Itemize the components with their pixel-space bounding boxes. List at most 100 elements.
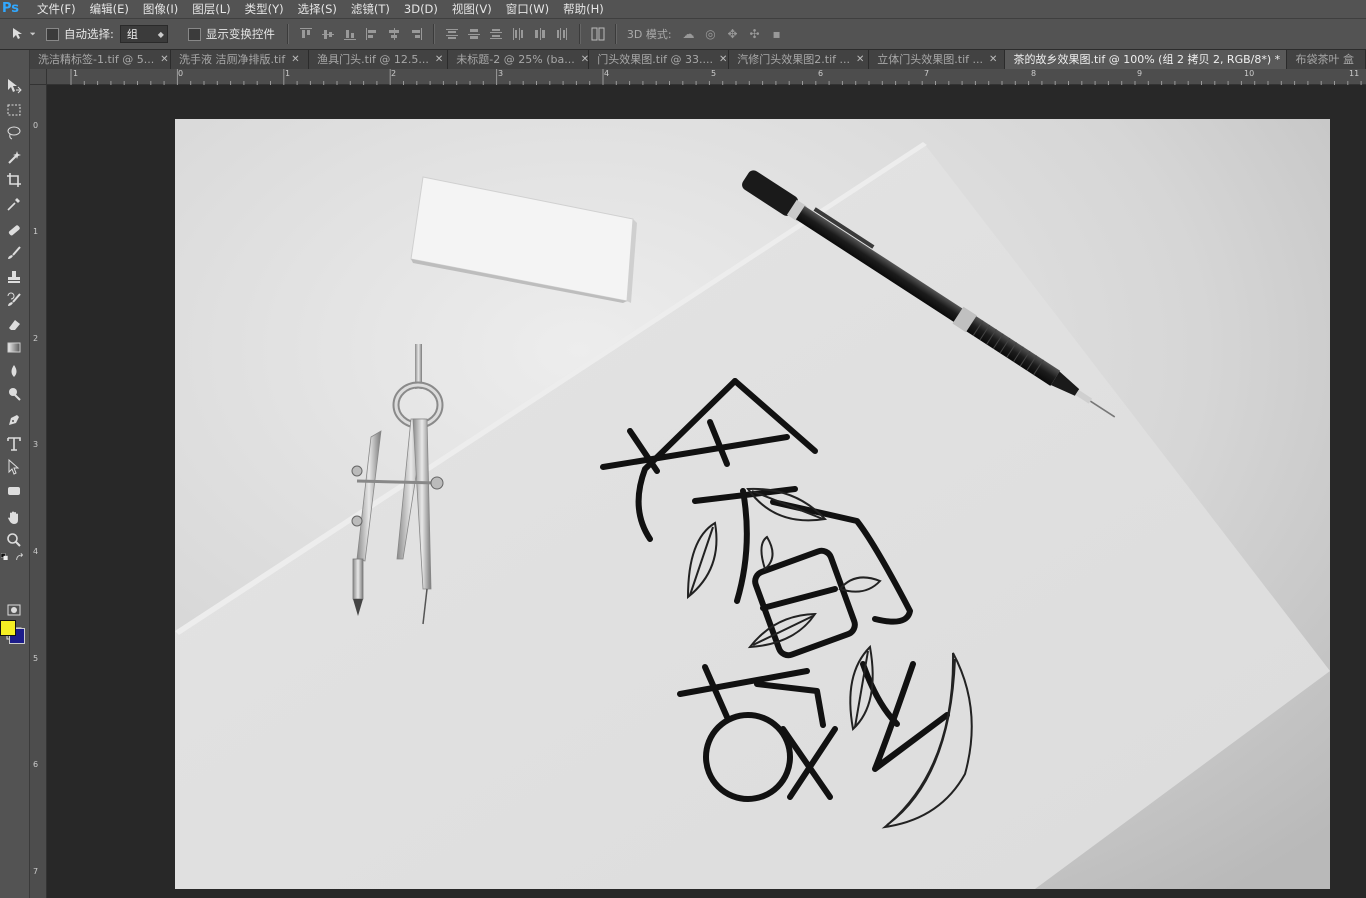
3d-slide-icon[interactable]: ✣ xyxy=(744,24,766,44)
ruler-vertical[interactable]: 0 1 2 3 4 5 6 7 xyxy=(30,69,47,898)
tab-label: 渔具门头.tif @ 12.5... xyxy=(317,53,429,66)
auto-select-label: 自动选择: xyxy=(64,27,114,41)
checkbox-icon[interactable] xyxy=(46,27,59,41)
clone-stamp-tool-icon[interactable] xyxy=(3,267,25,287)
zoom-tool-icon[interactable] xyxy=(3,530,25,550)
distribute-top-icon[interactable] xyxy=(441,24,463,44)
ruler-label: 3 xyxy=(498,69,504,78)
menu-select[interactable]: 选择(S) xyxy=(291,0,344,18)
type-tool-icon[interactable] xyxy=(3,434,25,454)
tab-document[interactable]: 洗手液 洁厕净排版.tif ✕ xyxy=(171,50,310,69)
swap-colors-icon[interactable] xyxy=(14,552,26,562)
quick-mask-icon[interactable] xyxy=(3,600,25,620)
menu-help[interactable]: 帮助(H) xyxy=(556,0,611,18)
tab-active-document[interactable]: 茶的故乡效果图.tif @ 100% (组 2 拷贝 2, RGB/8*) *✕ xyxy=(1005,50,1295,69)
3d-roll-icon[interactable]: ◎ xyxy=(700,24,722,44)
ruler-origin[interactable] xyxy=(30,69,47,85)
close-icon[interactable]: ✕ xyxy=(856,50,864,69)
align-right-icon[interactable] xyxy=(405,24,427,44)
separator xyxy=(432,24,435,44)
menu-filter[interactable]: 滤镜(T) xyxy=(344,0,397,18)
close-icon[interactable]: ✕ xyxy=(581,50,589,69)
tab-document[interactable]: 门头效果图.tif @ 33.... ✕ xyxy=(589,50,730,69)
menu-image[interactable]: 图像(I) xyxy=(136,0,185,18)
align-left-icon[interactable] xyxy=(361,24,383,44)
distribute-vcenter-icon[interactable] xyxy=(463,24,485,44)
tab-label: 未标题-2 @ 25% (ba... xyxy=(456,53,575,66)
pen-tool-icon[interactable] xyxy=(3,410,25,430)
distribute-bottom-icon[interactable] xyxy=(485,24,507,44)
eyedropper-tool-icon[interactable] xyxy=(3,194,25,214)
close-icon[interactable]: ✕ xyxy=(435,50,443,69)
marquee-tool-icon[interactable] xyxy=(3,100,25,120)
document-canvas[interactable] xyxy=(175,119,1330,889)
default-colors-icon[interactable] xyxy=(0,552,12,562)
ruler-label: 7 xyxy=(924,69,930,78)
brush-tool-icon[interactable] xyxy=(3,243,25,263)
menu-window[interactable]: 窗口(W) xyxy=(499,0,556,18)
menu-layer[interactable]: 图层(L) xyxy=(185,0,237,18)
move-tool-preset-icon[interactable] xyxy=(0,22,46,46)
3d-orbit-icon[interactable]: ☁ xyxy=(678,24,700,44)
ruler-label: 4 xyxy=(604,69,610,78)
menu-type[interactable]: 类型(Y) xyxy=(238,0,291,18)
menu-file[interactable]: 文件(F) xyxy=(30,0,83,18)
ruler-label: 4 xyxy=(33,547,39,556)
close-icon[interactable]: ✕ xyxy=(160,50,168,69)
blur-tool-icon[interactable] xyxy=(3,361,25,381)
tab-document[interactable]: 渔具门头.tif @ 12.5... ✕ xyxy=(309,50,449,69)
distribute-hcenter-icon[interactable] xyxy=(529,24,551,44)
rectangle-tool-icon[interactable] xyxy=(3,481,25,501)
ruler-label: 3 xyxy=(33,440,39,449)
move-tool-icon[interactable] xyxy=(3,76,25,96)
3d-pan-icon[interactable]: ✥ xyxy=(722,24,744,44)
tab-document[interactable]: 未标题-2 @ 25% (ba... ✕ xyxy=(448,50,590,69)
tab-document[interactable]: 洗洁精标签-1.tif @ 5... ✕ xyxy=(30,50,171,69)
align-hcenter-icon[interactable] xyxy=(383,24,405,44)
show-transform-checkbox[interactable]: 显示变换控件 xyxy=(187,26,275,42)
lasso-tool-icon[interactable] xyxy=(3,123,25,143)
3d-scale-icon[interactable]: ▪ xyxy=(766,24,788,44)
hand-tool-icon[interactable] xyxy=(3,507,25,527)
close-icon[interactable]: ✕ xyxy=(719,50,727,69)
show-transform-label: 显示变换控件 xyxy=(205,27,275,41)
eraser-tool-icon[interactable] xyxy=(3,314,25,334)
path-selection-tool-icon[interactable] xyxy=(3,457,25,477)
distribute-right-icon[interactable] xyxy=(551,24,573,44)
ruler-label: 10 xyxy=(1244,69,1255,78)
crop-tool-icon[interactable] xyxy=(3,170,25,190)
photoshop-logo: Ps xyxy=(2,1,20,16)
auto-select-value: 组 xyxy=(126,28,138,41)
auto-align-layers-icon[interactable] xyxy=(587,24,609,44)
tab-label: 洗手液 洁厕净排版.tif xyxy=(179,53,286,66)
close-icon[interactable]: ✕ xyxy=(291,50,299,69)
ruler-horizontal[interactable]: 1 0 1 2 3 4 5 6 7 8 9 10 11 xyxy=(47,69,1366,85)
close-icon[interactable]: ✕ xyxy=(989,50,997,69)
ruler-label: 6 xyxy=(818,69,824,78)
menu-edit[interactable]: 编辑(E) xyxy=(83,0,136,18)
gradient-tool-icon[interactable] xyxy=(3,337,25,357)
ruler-label: 1 xyxy=(285,69,291,78)
align-vcenter-icon[interactable] xyxy=(317,24,339,44)
quick-selection-tool-icon[interactable] xyxy=(3,147,25,167)
tab-document[interactable]: 立体门头效果图.tif ... ✕ xyxy=(869,50,1006,69)
ruler-label: 7 xyxy=(33,867,39,876)
dodge-tool-icon[interactable] xyxy=(3,384,25,404)
tab-document[interactable]: 布袋茶叶 盒 xyxy=(1287,50,1366,69)
auto-select-dropdown[interactable]: 组 ◆ xyxy=(119,25,168,43)
ruler-label: 9 xyxy=(1137,69,1143,78)
history-brush-tool-icon[interactable] xyxy=(3,290,25,310)
align-bottom-icon[interactable] xyxy=(339,24,361,44)
menu-3d[interactable]: 3D(D) xyxy=(397,0,445,18)
auto-select-checkbox[interactable]: 自动选择: xyxy=(46,26,114,42)
separator xyxy=(614,24,617,44)
ruler-label: 1 xyxy=(33,227,39,236)
ruler-label: 2 xyxy=(33,334,39,343)
align-top-icon[interactable] xyxy=(295,24,317,44)
healing-brush-tool-icon[interactable] xyxy=(3,220,25,240)
foreground-color-swatch[interactable] xyxy=(0,620,16,636)
checkbox-icon[interactable] xyxy=(187,27,201,41)
tab-document[interactable]: 汽修门头效果图2.tif ... ✕ xyxy=(729,50,870,69)
distribute-left-icon[interactable] xyxy=(507,24,529,44)
menu-view[interactable]: 视图(V) xyxy=(445,0,499,18)
